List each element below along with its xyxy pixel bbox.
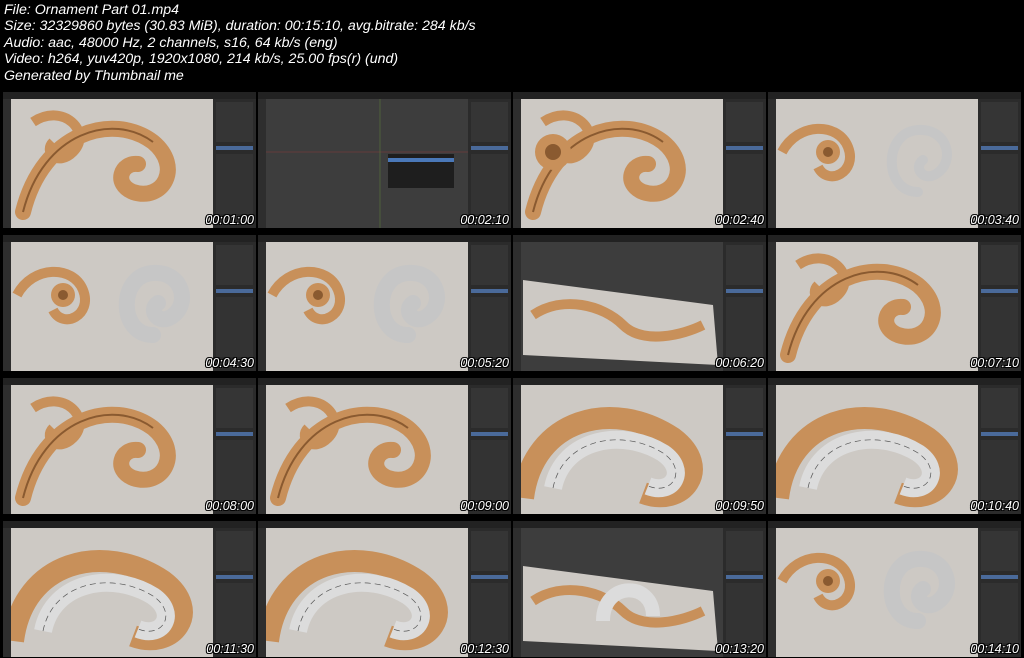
thumbnail-frame-image	[513, 521, 766, 657]
video-thumbnail: 00:10:40	[768, 378, 1021, 514]
video-thumbnail: 00:07:10	[768, 235, 1021, 371]
thumbnail-timestamp: 00:09:00	[460, 499, 509, 513]
thumbnail-frame-image	[3, 92, 256, 228]
thumbnail-timestamp: 00:01:00	[205, 213, 254, 227]
thumbnail-frame-image	[513, 235, 766, 371]
video-thumbnail: 00:14:10	[768, 521, 1021, 657]
thumbnail-timestamp: 00:13:20	[715, 642, 764, 656]
thumbnail-frame-image	[768, 378, 1021, 514]
thumbnail-frame-image	[513, 92, 766, 228]
thumbnail-frame-image	[3, 235, 256, 371]
video-thumbnail: 00:12:30	[258, 521, 511, 657]
thumbnail-frame-image	[3, 521, 256, 657]
generator-line: Generated by Thumbnail me	[4, 67, 184, 84]
thumbnail-timestamp: 00:07:10	[970, 356, 1019, 370]
thumbnail-frame-image	[768, 521, 1021, 657]
video-thumbnail: 00:06:20	[513, 235, 766, 371]
video-line: Video: h264, yuv420p, 1920x1080, 214 kb/…	[4, 51, 399, 68]
video-thumbnail: 00:08:00	[3, 378, 256, 514]
thumbnail-timestamp: 00:09:50	[715, 499, 764, 513]
thumbnail-frame-image	[258, 378, 511, 514]
thumbnail-frame-image	[258, 92, 511, 228]
video-thumbnail: 00:01:00	[3, 92, 256, 228]
thumbnail-timestamp: 00:14:10	[970, 642, 1019, 656]
thumbnail-grid: 00:01:00 00:02:10 00:02:40 00:03:40 00:0	[0, 88, 1024, 658]
thumbnail-timestamp: 00:12:30	[460, 642, 509, 656]
thumbnail-timestamp: 00:03:40	[970, 213, 1019, 227]
thumbnail-frame-image	[258, 235, 511, 371]
video-thumbnail: 00:03:40	[768, 92, 1021, 228]
thumbnail-timestamp: 00:02:40	[715, 213, 764, 227]
thumbnail-timestamp: 00:05:20	[460, 356, 509, 370]
video-thumbnail: 00:09:00	[258, 378, 511, 514]
thumbnail-timestamp: 00:04:30	[205, 356, 254, 370]
thumbnail-timestamp: 00:08:00	[205, 499, 254, 513]
thumbnail-timestamp: 00:06:20	[715, 356, 764, 370]
thumbnail-timestamp: 00:02:10	[460, 213, 509, 227]
video-thumbnail: 00:05:20	[258, 235, 511, 371]
audio-line: Audio: aac, 48000 Hz, 2 channels, s16, 6…	[4, 34, 338, 51]
video-thumbnail: 00:04:30	[3, 235, 256, 371]
file-info-header: File: Ornament Part 01.mp4 Size: 3232986…	[4, 2, 476, 84]
thumbnail-frame-image	[513, 378, 766, 514]
thumbnail-frame-image	[3, 378, 256, 514]
video-thumbnail: 00:02:40	[513, 92, 766, 228]
thumbnail-frame-image	[768, 235, 1021, 371]
thumbnail-timestamp: 00:10:40	[970, 499, 1019, 513]
thumbnail-frame-image	[258, 521, 511, 657]
video-thumbnail: 00:11:30	[3, 521, 256, 657]
video-thumbnail: 00:13:20	[513, 521, 766, 657]
video-thumbnail: 00:09:50	[513, 378, 766, 514]
thumbnail-frame-image	[768, 92, 1021, 228]
size-line: Size: 32329860 bytes (30.83 MiB), durati…	[4, 18, 476, 35]
file-name-line: File: Ornament Part 01.mp4	[4, 2, 180, 18]
video-thumbnail: 00:02:10	[258, 92, 511, 228]
thumbnail-timestamp: 00:11:30	[206, 642, 254, 656]
